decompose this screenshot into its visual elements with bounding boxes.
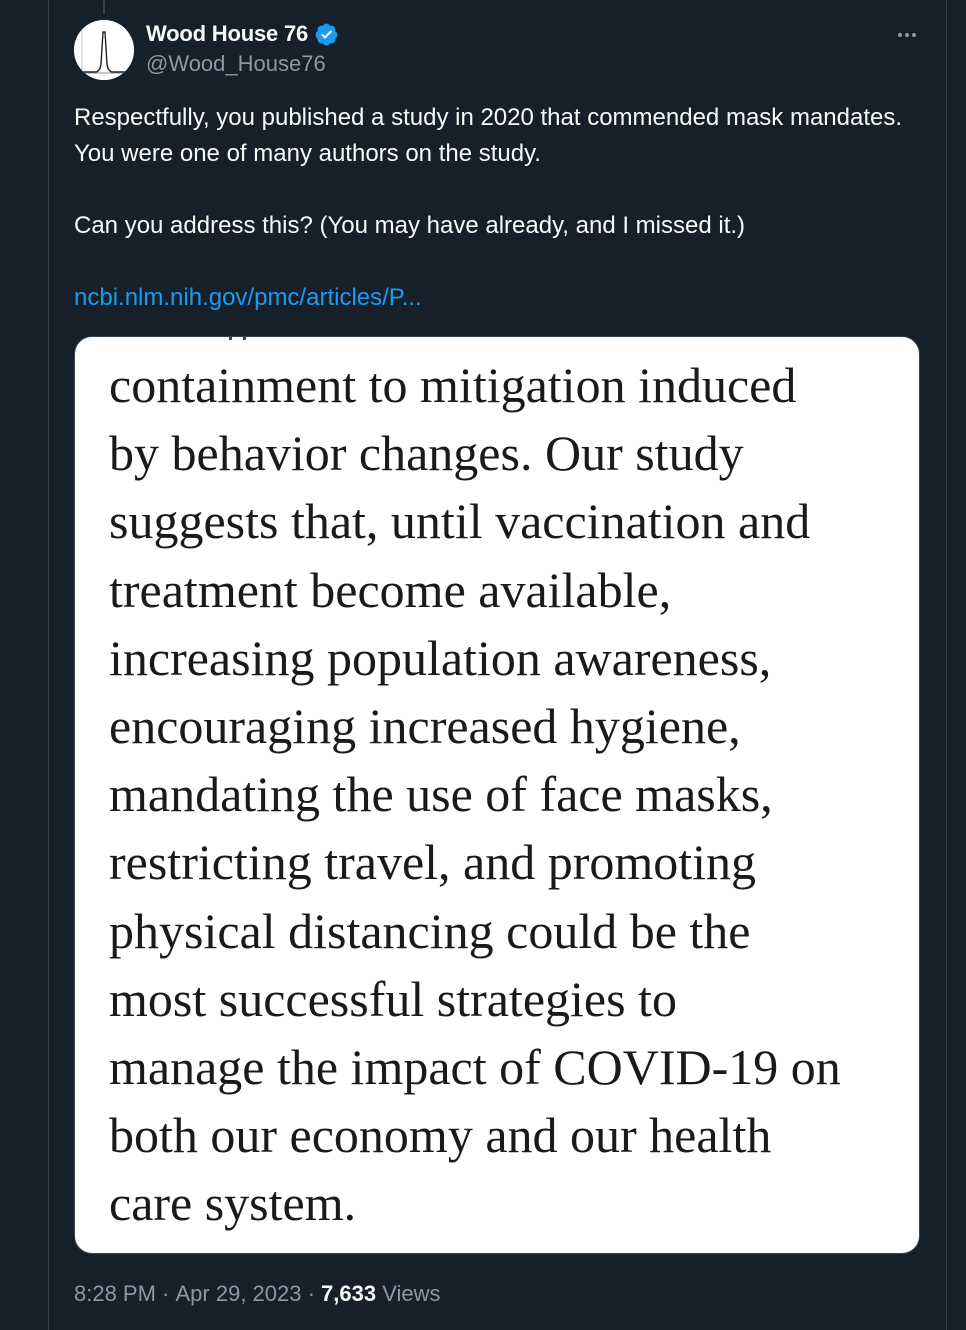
tweet-paragraph: Respectfully, you published a study in 2…	[74, 104, 903, 167]
meta-separator: ·	[155, 1281, 176, 1306]
tweet-time[interactable]: 8:28 PM	[74, 1281, 156, 1307]
image-text-line: increasing population awareness,	[109, 629, 772, 686]
meta-separator: ·	[301, 1281, 322, 1306]
image-text-line: encouraging increased hygiene,	[109, 697, 741, 754]
tweet-meta: 8:28 PM · Apr 29, 2023 · 7,633 Views	[74, 1278, 441, 1310]
more-dot	[912, 33, 916, 37]
tweet-paragraph: Can you address this? (You may have alre…	[74, 212, 746, 239]
image-text-line: containment to mitigation induced	[109, 357, 797, 413]
author-handle[interactable]: @Wood_House76	[146, 51, 326, 77]
verified-badge-icon[interactable]	[314, 22, 339, 47]
image-text-line: treatment become available,	[109, 561, 672, 618]
article-link[interactable]: ncbi.nlm.nih.gov/pmc/articles/P...	[74, 284, 422, 311]
image-text-line: care system.	[109, 1175, 357, 1232]
more-dot	[905, 33, 909, 37]
image-text-block: containment to mitigation induced by beh…	[109, 351, 909, 1237]
image-text-line: most successful strategies to	[109, 970, 677, 1027]
image-text-line: both our economy and our health	[109, 1107, 772, 1164]
more-dot	[898, 33, 902, 37]
author-name-row: Wood House 76	[146, 20, 339, 48]
image-text-line: manage the impact of COVID-19 on	[109, 1038, 841, 1095]
more-options-icon[interactable]	[892, 24, 922, 46]
views-count[interactable]: 7,633	[321, 1281, 376, 1307]
thread-connector-line	[103, 0, 105, 14]
timeline-border-right	[946, 0, 947, 1330]
image-text-line: suggests that, until vaccination and	[109, 493, 811, 550]
avatar-graph-image	[74, 20, 134, 80]
tweet-date[interactable]: Apr 29, 2023	[176, 1281, 302, 1307]
image-text-line: physical distancing could be the	[109, 902, 751, 959]
image-text-line: restricting travel, and promoting	[109, 834, 757, 891]
tweet-text: Respectfully, you published a study in 2…	[74, 100, 934, 316]
timeline-border-left	[48, 0, 49, 1330]
attached-image[interactable]: containment to mitigation induced by beh…	[74, 336, 920, 1254]
image-text-line: mandating the use of face masks,	[109, 766, 773, 823]
author-display-name[interactable]: Wood House 76	[146, 21, 308, 47]
cropped-text-remnant	[225, 337, 255, 341]
image-text-line: by behavior changes. Our study	[109, 425, 744, 482]
views-label: Views	[376, 1281, 441, 1306]
avatar[interactable]	[74, 20, 134, 80]
